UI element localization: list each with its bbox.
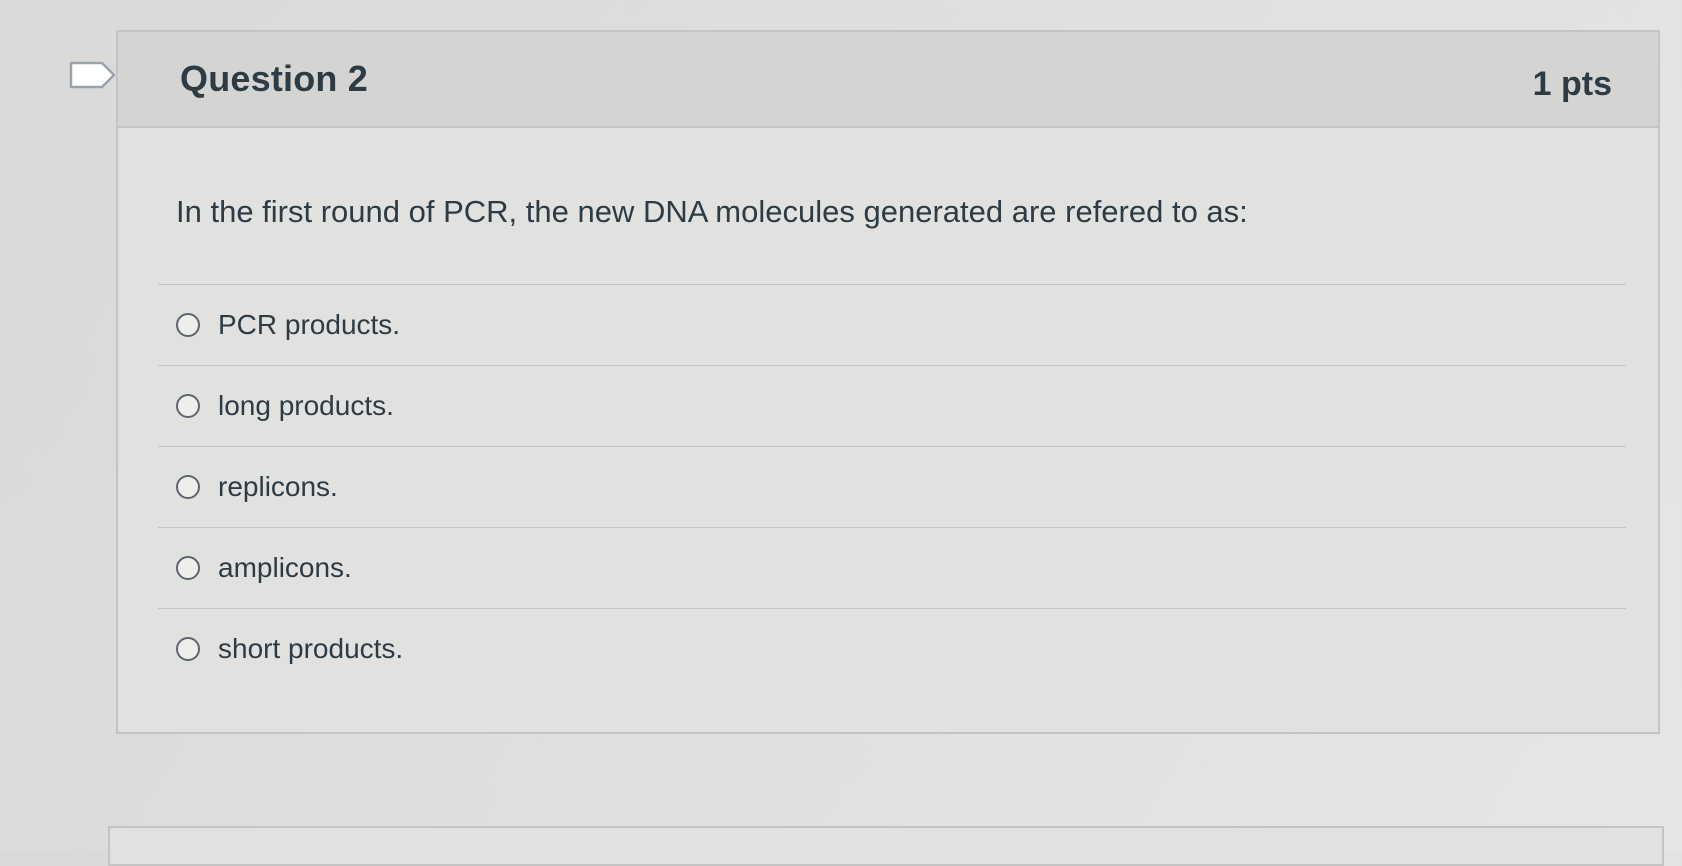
radio-unchecked-icon[interactable] [176, 556, 200, 580]
answer-option[interactable]: replicons. [158, 447, 1626, 528]
radio-unchecked-icon[interactable] [176, 313, 200, 337]
radio-unchecked-icon[interactable] [176, 475, 200, 499]
answer-label: long products. [218, 390, 394, 421]
next-question-card [108, 826, 1664, 866]
radio-unchecked-icon[interactable] [176, 394, 200, 418]
answer-label: amplicons. [218, 552, 352, 583]
question-header: Question 2 1 pts [118, 32, 1658, 128]
question-points: 1 pts [1532, 64, 1612, 103]
answer-option[interactable]: PCR products. [158, 285, 1626, 366]
answer-list: PCR products. long products. replicons. … [158, 284, 1626, 689]
answer-label: replicons. [218, 471, 338, 502]
answer-label: PCR products. [218, 309, 401, 340]
answer-option[interactable]: short products. [158, 609, 1626, 689]
flag-question-icon[interactable] [68, 60, 118, 90]
answer-label: short products. [218, 633, 404, 664]
answer-option[interactable]: long products. [158, 366, 1626, 447]
question-title: Question 2 [180, 58, 369, 99]
question-text: In the first round of PCR, the new DNA m… [176, 194, 1248, 229]
radio-unchecked-icon[interactable] [176, 637, 200, 661]
answer-option[interactable]: amplicons. [158, 528, 1626, 609]
question-card: Question 2 1 pts In the first round of P… [116, 30, 1660, 734]
